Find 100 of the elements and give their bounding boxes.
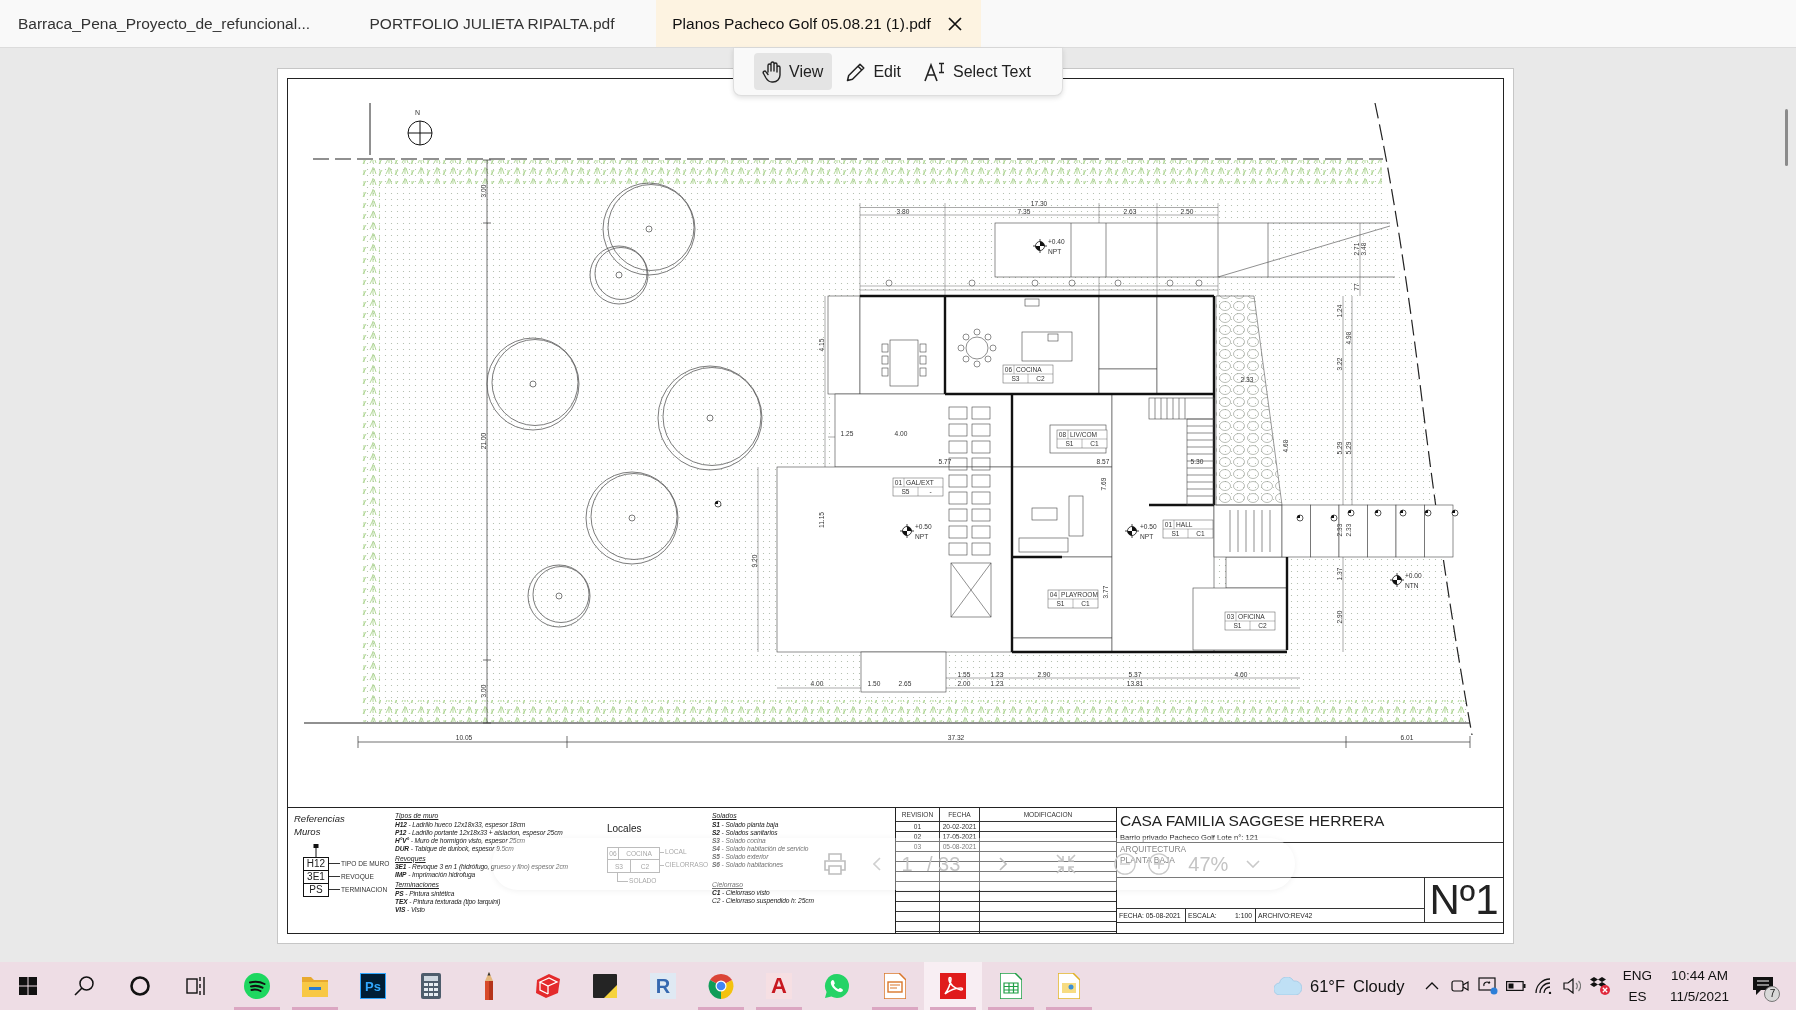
chevron-right-icon [999,857,1008,871]
level-marker-icon [899,523,915,539]
parking-bay [1367,504,1397,558]
chevron-down-icon [1246,860,1261,868]
coffee-table [1031,507,1058,521]
lounger [971,508,991,522]
level-marker-icon [1124,523,1140,539]
weather-temperature[interactable]: 61°F [1310,976,1346,996]
legend-title: Referencias [294,812,345,825]
notifications-button[interactable]: 7 [1743,966,1784,1006]
fit-page-button[interactable] [1056,854,1077,874]
leader-line [329,876,340,877]
level-marker-icon [1389,572,1405,588]
column-marker [1195,279,1203,287]
sheet-number: Nº1 [1429,878,1499,922]
locales-heading: Locales [607,823,642,835]
wall-code: H12 [304,858,328,871]
printer-icon [823,853,847,875]
pencil-icon [846,61,867,82]
taskbar-app-button[interactable]: Ps [344,962,402,1010]
chevron-up-icon [1425,982,1440,990]
wall-code: 3E1 [304,871,328,884]
cube-icon [534,974,560,998]
ring-icon [130,976,150,996]
lounger [971,457,991,471]
segmented-circle-icon [708,973,734,999]
document-tab[interactable]: Planos Pacheco Golf 05.08.21 (1).pdf [656,0,981,47]
display-sync-icon [1478,977,1499,995]
phone-bubble-icon [824,973,850,999]
level-marker-icon [1032,238,1048,254]
lounger [971,406,991,420]
weather-condition[interactable]: Cloudy [1353,976,1405,996]
volume-icon [1563,978,1582,994]
parking-bay [1281,504,1311,558]
document-tab[interactable]: Barraca_Pena_Proyecto_de_refuncional... [0,0,328,47]
level-marker-icon [1330,514,1338,522]
lounger [971,491,991,505]
level-marker-icon [1374,509,1382,517]
lounger [948,525,968,539]
search-icon [74,976,94,996]
battery-icon [1506,981,1527,991]
parking-bay [1310,504,1340,558]
chevron-left-icon [873,857,881,871]
app-logo-text: A [771,973,787,999]
level-marker-icon [1296,514,1304,522]
armchair [1068,495,1084,537]
mode-button[interactable]: View [754,53,833,90]
round-table [965,336,989,360]
mode-button[interactable]: Select Text [915,53,1040,90]
camera-icon [1451,979,1470,993]
lounger [948,508,968,522]
pencil-icon [483,972,495,1000]
legend-subtitle: Muros [294,825,321,838]
dining-table [889,339,919,387]
lounger [948,440,968,454]
parking-bay [1424,504,1454,558]
taskbar-app-button[interactable]: A [750,962,808,1010]
lounger [948,542,968,556]
close-icon [947,16,962,31]
mode-button[interactable]: Edit [838,53,910,90]
sheet-name: PLANTA BAJA [1120,855,1175,866]
lounger [948,423,968,437]
input-language-button[interactable]: ENG ES [1618,965,1657,1007]
cloud-icon [1274,977,1302,995]
text-cursor-icon [923,61,946,82]
app-logo-text: R [655,974,671,998]
next-page-button[interactable] [999,857,1008,871]
parking-bay [1395,504,1425,558]
lounger [971,440,991,454]
leader-line [329,889,340,890]
lounger [971,525,991,539]
sofa [1018,537,1069,553]
level-marker-icon [1399,509,1407,517]
clock-button[interactable]: 10:44 AM 11/5/2021 [1659,965,1740,1007]
app-logo-text: Ps [365,978,381,994]
column-marker [1031,279,1039,287]
scrollbar-thumb[interactable] [1785,109,1788,166]
level-marker-icon [1347,509,1355,517]
lounger [948,406,968,420]
folder-icon [302,975,328,997]
hand-icon [762,60,782,83]
wifi-icon [1535,978,1554,994]
property-line [369,102,371,156]
skylight [950,562,992,618]
column-marker [1166,279,1174,287]
lounger [971,474,991,488]
swirl-tile-icon [940,973,966,999]
sound-waves-icon [244,973,270,999]
spreadsheet-document-icon [1000,973,1022,999]
taskbar-app-button[interactable]: R [634,962,692,1010]
collapse-arrows-icon [1056,854,1077,874]
leader-line [329,863,340,864]
level-marker-icon [1451,509,1459,517]
lounger [971,542,991,556]
document-tab[interactable]: PORTFOLIO JULIETA RIPALTA.pdf [328,0,656,47]
sink [1024,298,1040,307]
kitchen-island [1021,331,1073,362]
project-title: CASA FAMILIA SAGGESE HERRERA [1120,812,1385,830]
column-marker [1114,279,1122,287]
image-document-icon [1058,973,1080,999]
